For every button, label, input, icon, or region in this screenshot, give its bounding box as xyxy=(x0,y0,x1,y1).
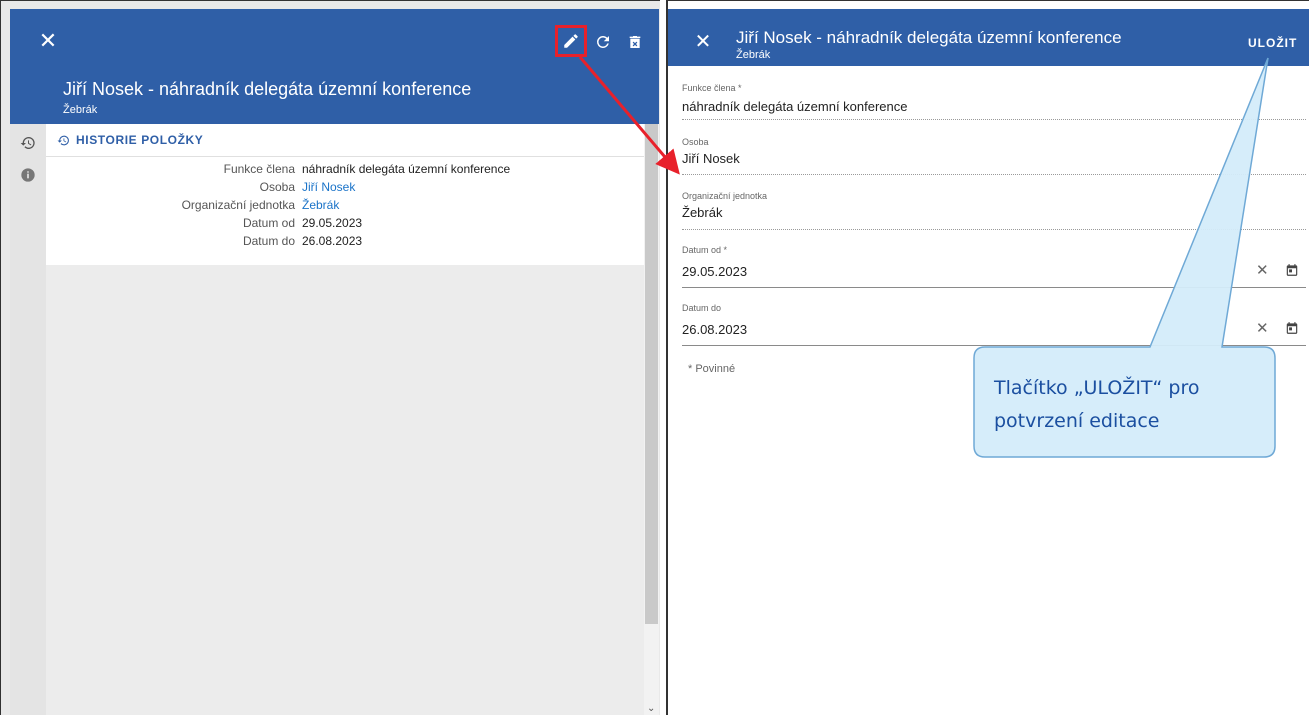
field-underline xyxy=(682,119,1306,120)
delete-icon xyxy=(629,36,641,48)
field-label: Datum do xyxy=(682,303,722,313)
detail-header: ✕ Jiří Nosek - náhradník delegáta územní… xyxy=(10,9,659,124)
field-underline xyxy=(682,229,1306,230)
callout-line: potvrzení editace xyxy=(994,410,1160,432)
info-icon[interactable] xyxy=(19,166,37,184)
callout-line: Tlačítko „ULOŽIT“ pro xyxy=(994,377,1200,399)
history-icon[interactable] xyxy=(19,134,37,152)
person-link[interactable]: Jiří Nosek xyxy=(302,179,355,195)
edit-icon xyxy=(564,34,578,48)
detail-row-value: 26.08.2023 xyxy=(302,234,363,248)
history-icon xyxy=(57,135,69,145)
screenshot-stage: ✕ Jiří Nosek - náhradník delegáta územní… xyxy=(0,0,1309,715)
detail-row-label: Osoba xyxy=(259,180,295,194)
clear-icon[interactable]: ✕ xyxy=(1256,319,1269,337)
field-value: 26.08.2023 xyxy=(682,322,748,337)
edit-title: Jiří Nosek - náhradník delegáta územní k… xyxy=(736,28,1122,47)
close-icon[interactable]: ✕ xyxy=(36,29,60,53)
field-label: Organizační jednotka xyxy=(682,191,768,201)
field-value: náhradník delegáta územní konference xyxy=(682,99,908,114)
calendar-icon[interactable] xyxy=(1285,263,1299,277)
detail-card: HISTORIE POLOŽKY Funkce člena náhradník … xyxy=(46,124,644,265)
detail-row-label: Funkce člena xyxy=(223,162,295,176)
clear-icon[interactable]: ✕ xyxy=(1256,261,1269,279)
detail-subtitle: Žebrák xyxy=(63,104,98,116)
edit-header: ✕ Jiří Nosek - náhradník delegáta územní… xyxy=(668,9,1309,66)
refresh-button[interactable] xyxy=(590,29,616,55)
detail-row-value: 29.05.2023 xyxy=(302,216,363,230)
delete-button[interactable] xyxy=(622,29,648,55)
required-note: * Povinné xyxy=(688,363,736,375)
detail-row-label: Organizační jednotka xyxy=(181,198,295,212)
datum-od-field[interactable]: Datum od * 29.05.2023 ✕ xyxy=(682,245,1306,289)
detail-row-value: náhradník delegáta územní konference xyxy=(302,162,511,176)
divider xyxy=(46,156,644,157)
datum-do-field[interactable]: Datum do 26.08.2023 ✕ xyxy=(682,303,1306,347)
edit-subtitle: Žebrák xyxy=(736,49,771,61)
calendar-icon[interactable] xyxy=(1285,321,1299,335)
field-underline xyxy=(682,287,1306,288)
field-label: Datum od * xyxy=(682,245,728,255)
org-unit-field[interactable]: Organizační jednotka Žebrák xyxy=(682,191,1306,231)
refresh-icon xyxy=(596,35,609,48)
detail-row-label: Datum od xyxy=(242,216,295,230)
field-label: Osoba xyxy=(682,137,709,147)
field-underline xyxy=(682,174,1306,175)
detail-row-label: Datum do xyxy=(242,234,295,248)
detail-content: HISTORIE POLOŽKY Funkce člena náhradník … xyxy=(46,124,644,715)
close-icon[interactable]: ✕ xyxy=(692,31,714,53)
edit-button[interactable] xyxy=(555,25,587,57)
field-value: 29.05.2023 xyxy=(682,264,748,279)
history-heading[interactable]: HISTORIE POLOŽKY xyxy=(57,132,203,148)
osoba-field[interactable]: Osoba Jiří Nosek xyxy=(682,137,1306,177)
chevron-down-icon[interactable]: ⌄ xyxy=(647,703,655,714)
detail-panel: ✕ Jiří Nosek - náhradník delegáta územní… xyxy=(0,0,660,715)
history-heading-label: HISTORIE POLOŽKY xyxy=(76,133,204,147)
callout-text: Tlačítko „ULOŽIT“ pro potvrzení editace xyxy=(994,372,1264,438)
funkce-field[interactable]: Funkce člena * náhradník delegáta územní… xyxy=(682,83,1306,123)
org-unit-link[interactable]: Žebrák xyxy=(302,197,339,213)
edit-panel: ✕ Jiří Nosek - náhradník delegáta územní… xyxy=(666,0,1309,715)
side-rail xyxy=(10,124,46,715)
scrollbar[interactable]: ⌄ xyxy=(644,124,659,715)
field-label: Funkce člena * xyxy=(682,83,742,93)
scrollbar-thumb[interactable] xyxy=(645,124,658,624)
field-underline xyxy=(682,345,1306,346)
detail-title: Jiří Nosek - náhradník delegáta územní k… xyxy=(63,79,472,99)
field-value: Jiří Nosek xyxy=(682,151,740,166)
field-value: Žebrák xyxy=(682,205,723,220)
save-button[interactable]: ULOŽIT xyxy=(1248,36,1297,50)
